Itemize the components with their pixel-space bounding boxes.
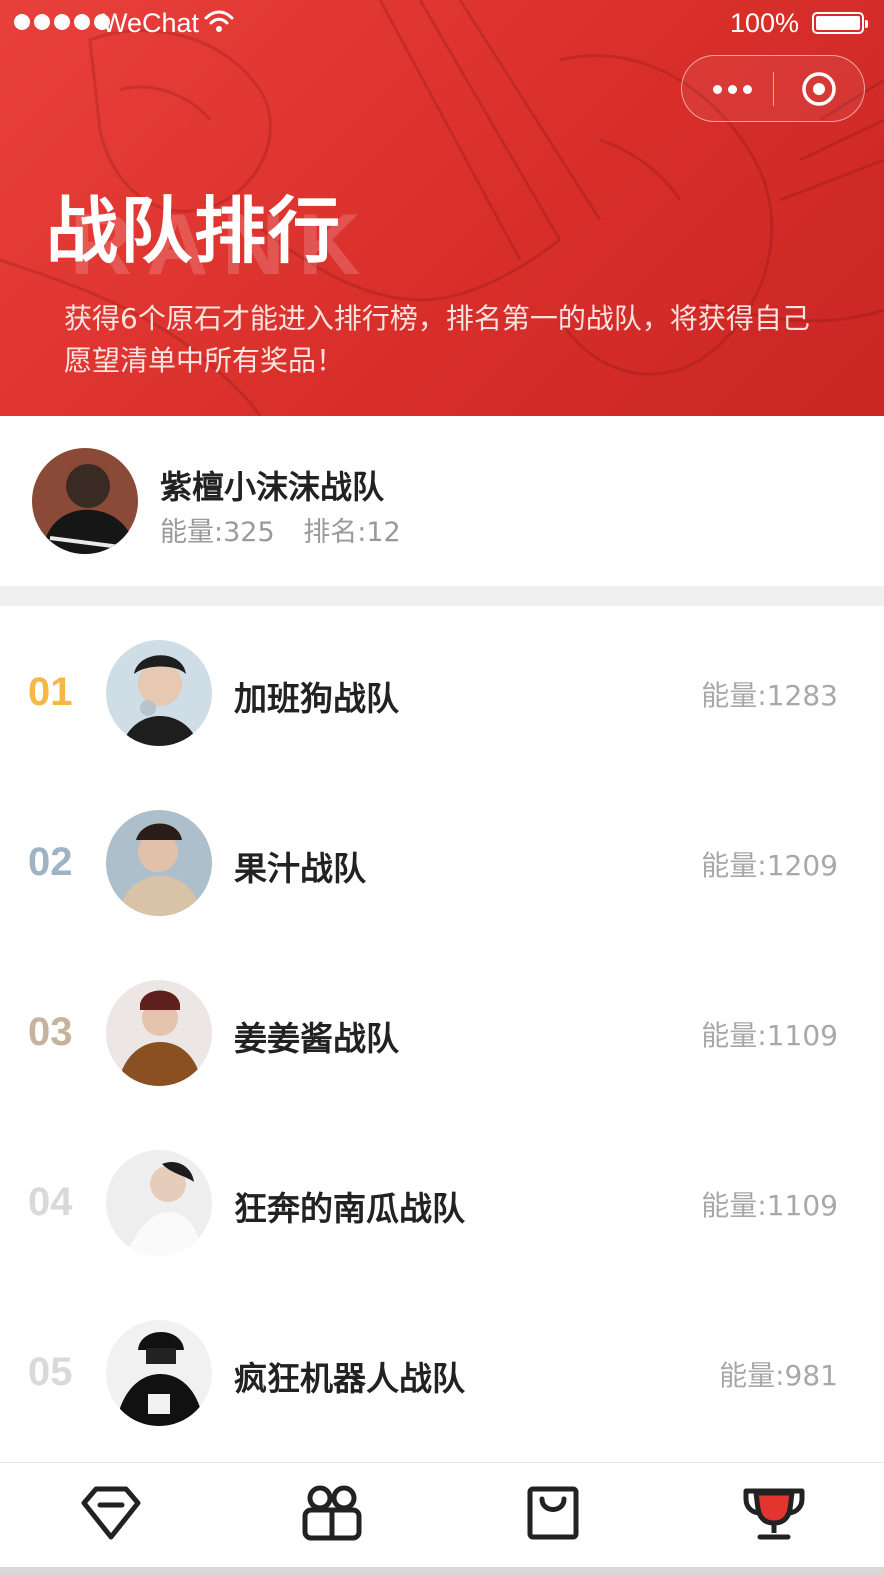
my-team-name: 紫檀小沫沫战队 [160,468,385,506]
team-name: 疯狂机器人战队 [234,1359,465,1398]
team-avatar [106,810,212,916]
team-avatar [106,1150,212,1256]
tab-ranking[interactable] [663,1463,884,1563]
my-team-rank: 排名:12 [303,517,401,548]
rank-number: 05 [28,1350,73,1394]
hero-banner: WeChat 100% RANK 战队排行 获得6个原石才能进入排行榜，排名第一… [0,0,884,416]
tab-shopping-bag[interactable] [442,1463,663,1563]
my-team-card[interactable]: 紫檀小沫沫战队 能量:325 排名:12 [0,416,884,586]
page-title: 战队排行 [46,189,343,273]
team-name: 狂奔的南瓜战队 [234,1189,465,1228]
rank-number: 02 [28,840,73,884]
team-name: 姜姜酱战队 [234,1019,399,1058]
team-energy: 能量:1209 [701,849,838,882]
wifi-icon [204,10,234,32]
hero-description: 获得6个原石才能进入排行榜，排名第一的战队，将获得自己愿望清单中所有奖品！ [64,302,810,377]
team-name: 加班狗战队 [234,679,399,718]
battery-percentage: 100% [730,8,800,38]
my-team-energy: 能量:325 [160,517,275,548]
rank-number: 04 [28,1180,73,1224]
gift-icon [302,1485,361,1541]
tab-diamond[interactable] [0,1463,221,1563]
more-menu-icon[interactable] [708,76,756,102]
rank-row[interactable]: 01 加班狗战队 能量:1283 [0,606,884,776]
rank-row[interactable]: 05 疯狂机器人战队 能量:981 [0,1286,884,1456]
team-avatar [106,640,212,746]
mini-program-capsule [681,55,865,122]
rank-row[interactable]: 03 姜姜酱战队 能量:1109 [0,946,884,1116]
team-avatar [106,980,212,1086]
carrier-name: WeChat [102,8,200,38]
tab-gift[interactable] [221,1463,442,1563]
rank-row[interactable]: 04 狂奔的南瓜战队 能量:1109 [0,1116,884,1286]
rank-number: 03 [28,1010,73,1054]
trophy-icon [743,1488,804,1540]
team-name: 果汁战队 [234,849,366,888]
capsule-divider [773,72,774,106]
my-team-avatar [32,448,138,554]
bottom-tab-bar [0,1462,884,1575]
my-team-stats: 能量:325 排名:12 [160,510,421,549]
team-energy: 能量:1109 [701,1019,838,1052]
diamond-icon [81,1486,140,1540]
team-energy: 能量:981 [719,1359,838,1392]
section-divider [0,586,884,606]
team-avatar [106,1320,212,1426]
team-energy: 能量:1283 [701,679,838,712]
battery-icon [812,12,868,34]
team-energy: 能量:1109 [701,1189,838,1222]
rank-row[interactable]: 02 果汁战队 能量:1209 [0,776,884,946]
signal-strength-icon [14,14,110,30]
shopping-bag-icon [527,1486,578,1540]
rank-number: 01 [28,670,73,714]
status-bar: WeChat 100% [0,0,884,48]
close-target-icon[interactable] [800,70,838,108]
